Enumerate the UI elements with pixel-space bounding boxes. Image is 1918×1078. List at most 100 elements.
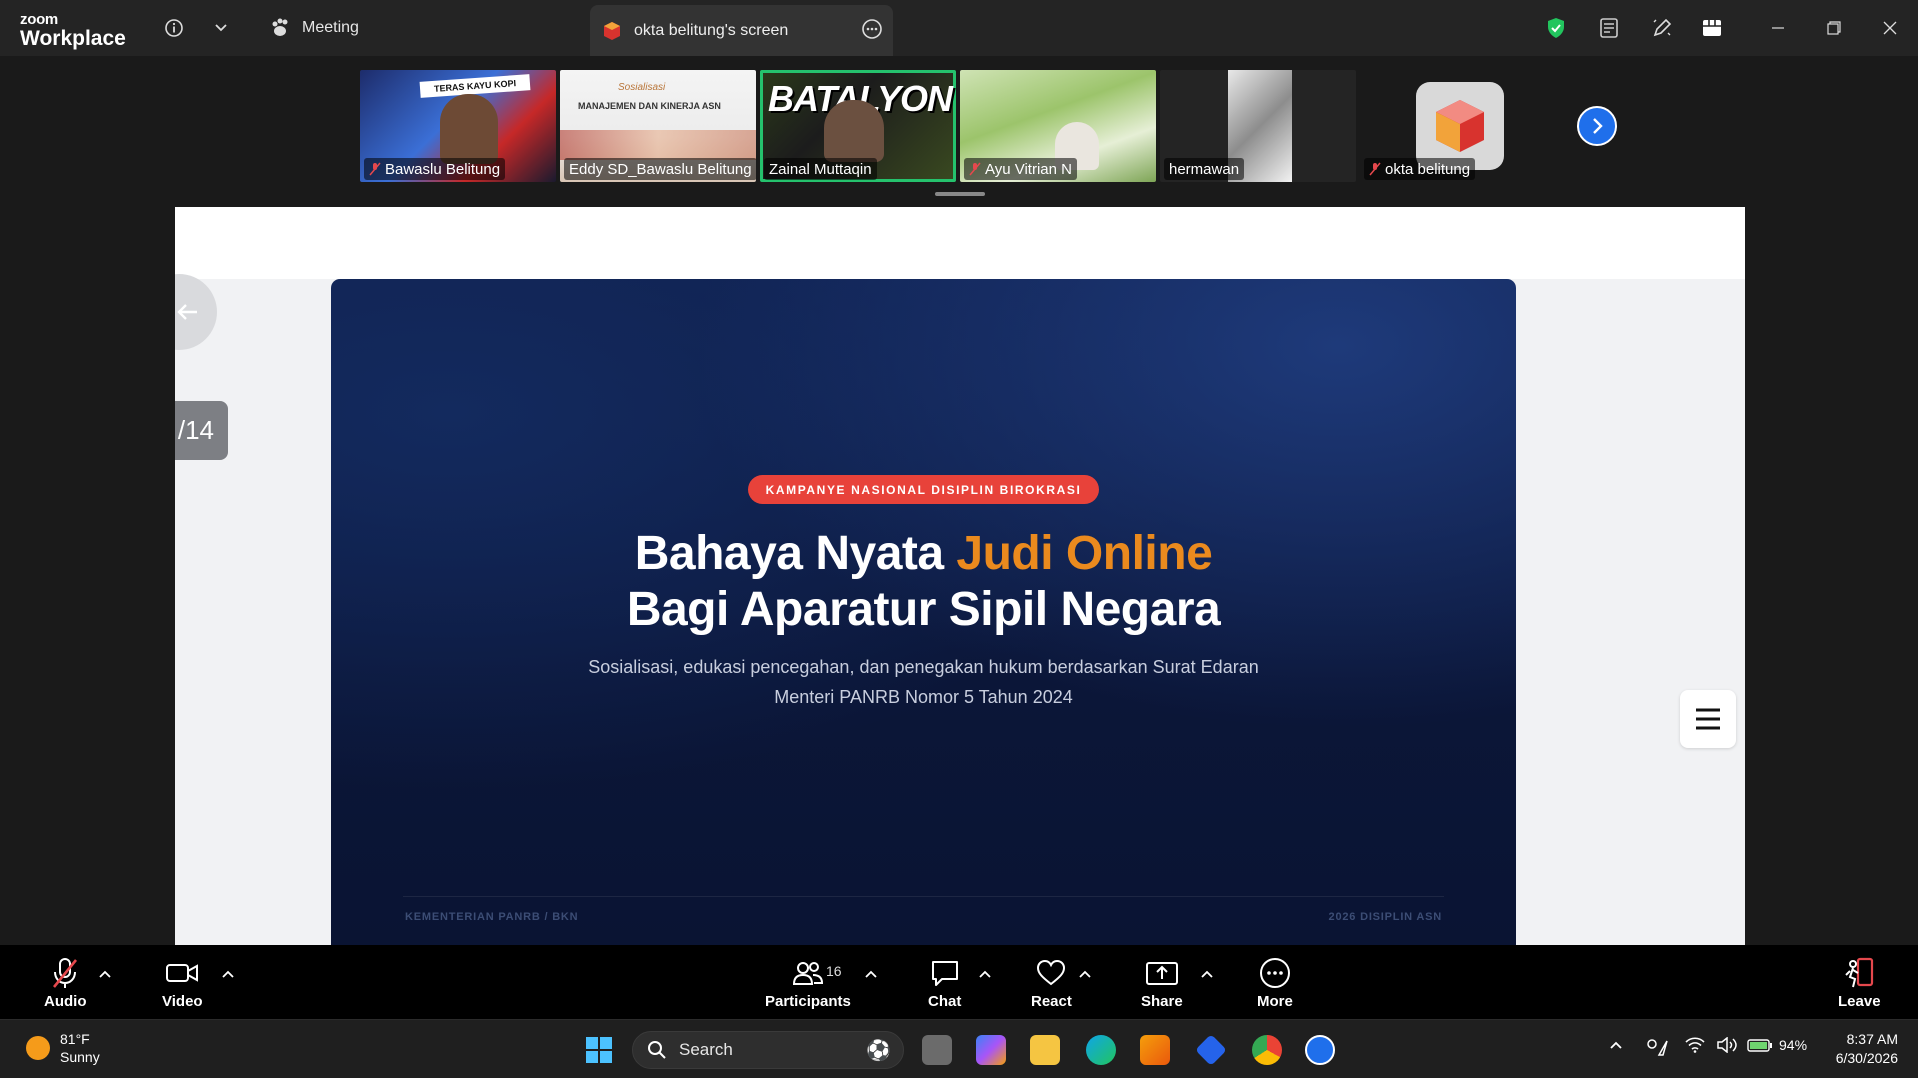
chrome-browser-icon[interactable]: [1252, 1035, 1282, 1065]
avatar-box-icon: [1436, 100, 1484, 152]
participant-tile[interactable]: Sosialisasi MANAJEMEN DAN KINERJA ASN Ed…: [560, 70, 756, 182]
edge-browser-icon[interactable]: [1086, 1035, 1116, 1065]
participant-tile[interactable]: TERAS KAYU KOPI Bawaslu Belitung: [360, 70, 556, 182]
strip-resize-handle[interactable]: [935, 192, 985, 196]
participant-name-label: Ayu Vitrian N: [964, 158, 1077, 180]
campaign-badge: KAMPANYE NASIONAL DISIPLIN BIROKRASI: [748, 475, 1099, 504]
back-arrow-button[interactable]: [175, 274, 217, 350]
minimize-icon[interactable]: [1750, 0, 1806, 56]
participants-options-caret[interactable]: [863, 967, 879, 981]
battery-percent: 94%: [1779, 1037, 1808, 1053]
leave-door-icon: [1843, 957, 1875, 989]
more-options-icon[interactable]: [861, 18, 883, 45]
leave-button[interactable]: Leave: [1838, 957, 1881, 1010]
search-icon: [648, 1041, 666, 1059]
more-button[interactable]: More: [1257, 957, 1293, 1010]
react-button[interactable]: React: [1031, 957, 1072, 1010]
brave-browser-icon[interactable]: [1140, 1035, 1170, 1065]
clock-time: 8:37 AM: [1846, 1031, 1898, 1047]
screen-share-app-icon: [604, 21, 620, 40]
participant-name: Eddy SD_Bawaslu Belitung: [569, 160, 752, 178]
annotate-pen-icon[interactable]: [1648, 14, 1676, 42]
more-label: More: [1257, 993, 1293, 1010]
slide-footer-divider: [403, 896, 1444, 897]
taskbar-search-box[interactable]: Search ⚽: [632, 1031, 904, 1069]
participant-tile[interactable]: Ayu Vitrian N: [960, 70, 1156, 182]
encryption-shield-icon[interactable]: [1542, 14, 1570, 42]
arrow-left-icon: [177, 304, 197, 320]
share-options-caret[interactable]: [1199, 967, 1215, 981]
chevron-down-icon[interactable]: [207, 14, 235, 42]
os-taskbar: 81°F Sunny Search ⚽ 94% 8:37 AM 6/30/202…: [0, 1019, 1918, 1078]
mic-muted-icon: [50, 957, 80, 989]
sosialisasi-script-text: Sosialisasi: [618, 82, 666, 93]
logo-workplace-text: Workplace: [20, 27, 126, 50]
decorative-band: [560, 130, 756, 160]
app-diamond-icon[interactable]: [1195, 1034, 1227, 1066]
participant-name-label: hermawan: [1164, 158, 1245, 180]
next-page-button[interactable]: [1577, 106, 1617, 146]
participant-video-person: [440, 94, 498, 164]
participant-name-label: okta belitung: [1364, 158, 1476, 180]
task-view-icon[interactable]: [922, 1035, 952, 1065]
soccer-ball-icon: ⚽: [866, 1039, 891, 1062]
share-label: Share: [1141, 993, 1183, 1010]
battery-indicator[interactable]: 94%: [1747, 1037, 1807, 1053]
meeting-info-icon[interactable]: [160, 14, 188, 42]
close-icon[interactable]: [1862, 0, 1918, 56]
participant-name: Bawaslu Belitung: [385, 160, 501, 178]
mic-muted-icon: [1369, 162, 1381, 176]
volume-icon[interactable]: [1716, 1036, 1738, 1056]
system-clock[interactable]: 8:37 AM 6/30/2026: [1836, 1030, 1898, 1068]
audio-button[interactable]: Audio: [44, 957, 87, 1010]
headline-part1: Bahaya Nyata: [634, 527, 957, 580]
audio-options-caret[interactable]: [97, 967, 113, 981]
wifi-icon[interactable]: [1685, 1037, 1705, 1056]
participant-name-label: Zainal Muttaqin: [764, 158, 877, 180]
windows-start-icon[interactable]: [584, 1035, 614, 1065]
restore-icon[interactable]: [1806, 0, 1862, 56]
location-icon[interactable]: [1645, 1037, 1669, 1060]
participant-avatar: [1416, 82, 1504, 170]
react-options-caret[interactable]: [1077, 967, 1093, 981]
share-button[interactable]: Share: [1141, 957, 1183, 1010]
slide-headline-line2: Bagi Aparatur Sipil Negara: [626, 583, 1221, 636]
leave-label: Leave: [1838, 993, 1881, 1010]
file-explorer-icon[interactable]: [1030, 1035, 1060, 1065]
headline-accent: Judi Online: [956, 527, 1213, 580]
slide-subtitle-line2: Menteri PANRB Nomor 5 Tahun 2024: [774, 687, 1073, 707]
participant-tile-active-speaker[interactable]: BATALYON Zainal Muttaqin: [760, 70, 956, 182]
tab-shared-screen[interactable]: okta belitung's screen: [590, 5, 893, 56]
clock-date: 6/30/2026: [1835, 1050, 1898, 1066]
audio-label: Audio: [44, 993, 87, 1010]
video-options-caret[interactable]: [220, 967, 236, 981]
participant-video-person: [824, 100, 884, 162]
show-hidden-icons-chevron[interactable]: [1609, 1037, 1623, 1053]
participant-name: Zainal Muttaqin: [769, 160, 872, 178]
participant-name: hermawan: [1169, 160, 1240, 178]
participant-tile[interactable]: okta belitung: [1360, 70, 1556, 182]
participant-tile[interactable]: hermawan: [1160, 70, 1356, 182]
participants-label: Participants: [765, 993, 851, 1010]
video-button[interactable]: Video: [162, 957, 203, 1010]
meeting-menu-button[interactable]: Meeting: [270, 14, 359, 42]
chat-options-caret[interactable]: [977, 967, 993, 981]
captions-icon[interactable]: [1595, 14, 1623, 42]
chevron-right-icon: [1593, 118, 1603, 134]
meeting-toolbar: Audio Video Participants 16 Chat React S…: [0, 945, 1918, 1019]
participants-icon: [792, 957, 823, 989]
weather-widget[interactable]: 81°F Sunny: [26, 1030, 100, 1066]
heart-icon: [1036, 957, 1066, 989]
slide-menu-button[interactable]: [1680, 690, 1736, 748]
view-layout-icon[interactable]: [1698, 14, 1726, 42]
sun-weather-icon: [26, 1036, 50, 1060]
mic-muted-icon: [369, 162, 381, 176]
chat-button[interactable]: Chat: [928, 957, 961, 1010]
copilot-icon[interactable]: [976, 1035, 1006, 1065]
participants-count: 16: [826, 963, 842, 979]
zoom-app-icon[interactable]: [1305, 1035, 1335, 1065]
slide-subtitle-line1: Sosialisasi, edukasi pencegahan, dan pen…: [588, 657, 1259, 677]
slide-title-text: MANAJEMEN DAN KINERJA ASN: [578, 101, 721, 111]
more-dots-icon: [1259, 957, 1291, 989]
hamburger-menu-icon: [1696, 708, 1720, 730]
